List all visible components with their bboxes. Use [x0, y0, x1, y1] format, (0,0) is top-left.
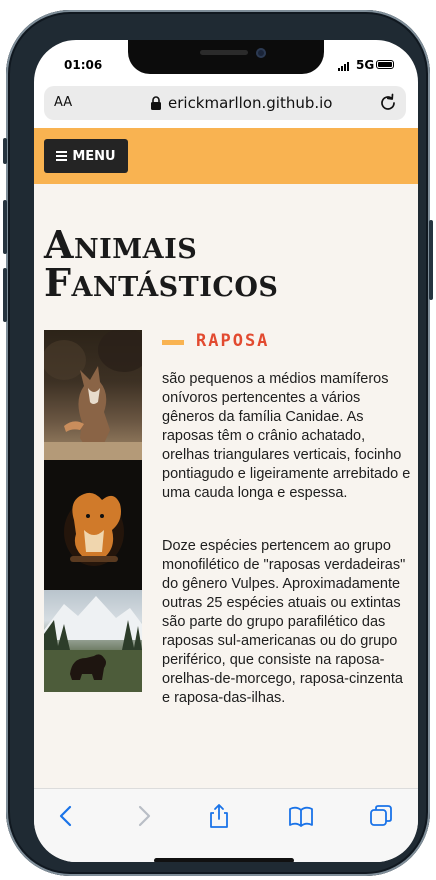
browser-toolbar — [34, 788, 418, 862]
web-page: MENU Animais Fantásticos RAPOSA são pequ… — [34, 128, 418, 788]
squirrel-image[interactable] — [44, 460, 142, 590]
animal-description-1: são pequenos a médios mamíferos onívoros… — [162, 371, 411, 501]
network-type: 5G — [356, 58, 375, 72]
menu-bar: MENU — [34, 128, 418, 184]
volume-down-button — [3, 268, 7, 322]
status-time: 01:06 — [64, 58, 103, 72]
lock-icon — [151, 96, 161, 110]
front-camera — [256, 48, 266, 58]
mute-switch — [3, 138, 7, 164]
bookmarks-icon[interactable] — [288, 803, 314, 829]
reload-icon[interactable] — [378, 93, 398, 113]
fox-image[interactable] — [44, 330, 142, 460]
bear-image[interactable] — [44, 590, 142, 692]
hamburger-icon — [56, 151, 68, 161]
text-size-button[interactable]: AA — [54, 95, 72, 110]
address-bar[interactable]: AA erickmarllon.github.io — [44, 86, 406, 120]
accent-bar — [162, 340, 184, 345]
battery-icon — [376, 60, 394, 69]
animal-name: RAPOSA — [196, 331, 270, 351]
earpiece-speaker — [200, 50, 248, 55]
back-icon[interactable] — [54, 803, 80, 829]
phone-screen: 01:06 5G AA erickmarllon.github.io MENU … — [34, 40, 418, 862]
notch — [128, 40, 324, 74]
menu-button[interactable]: MENU — [44, 139, 128, 173]
forward-icon[interactable] — [130, 803, 156, 829]
power-button — [429, 220, 433, 300]
signal-icon — [338, 61, 352, 71]
page-title-line2: Fantásticos — [44, 260, 279, 305]
share-icon[interactable] — [206, 803, 232, 829]
phone-frame: 01:06 5G AA erickmarllon.github.io MENU … — [3, 10, 433, 876]
menu-label: MENU — [72, 148, 116, 164]
page-title: Animais Fantásticos — [44, 226, 414, 302]
url-text[interactable]: erickmarllon.github.io — [168, 94, 332, 112]
volume-up-button — [3, 200, 7, 254]
animal-description-2: Doze espécies pertencem ao grupo monofil… — [162, 538, 406, 706]
home-indicator — [154, 858, 294, 862]
tabs-icon[interactable] — [368, 803, 394, 829]
